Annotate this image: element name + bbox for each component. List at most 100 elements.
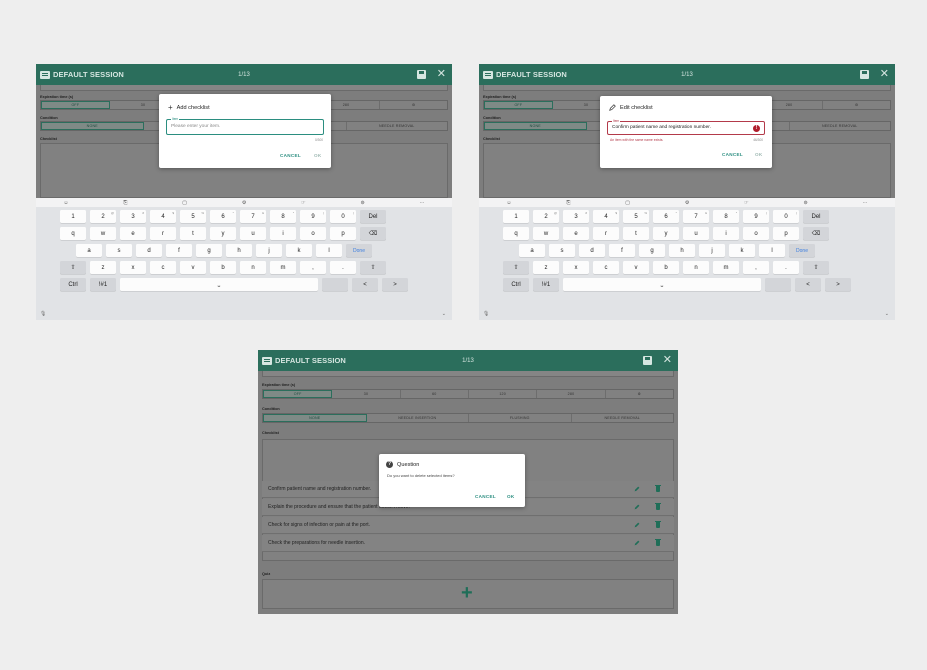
shift-key[interactable]: ⇧ bbox=[360, 261, 386, 274]
key[interactable]: 0) bbox=[330, 210, 356, 223]
item-input[interactable]: Item Please enter your item. bbox=[166, 117, 324, 135]
key[interactable]: k bbox=[286, 244, 312, 257]
settings-icon[interactable]: ⚙ bbox=[242, 200, 246, 206]
delete-icon[interactable] bbox=[655, 484, 661, 492]
chevron-down-icon[interactable]: ⌄ bbox=[885, 311, 889, 317]
key[interactable]: l bbox=[316, 244, 342, 257]
key[interactable]: x bbox=[563, 261, 589, 274]
save-icon[interactable] bbox=[860, 70, 869, 79]
key[interactable]: x bbox=[120, 261, 146, 274]
key[interactable]: i bbox=[713, 227, 739, 240]
ok-button[interactable]: OK bbox=[314, 153, 322, 158]
space-key[interactable]: ⎵ bbox=[120, 278, 318, 291]
key[interactable]: 5% bbox=[623, 210, 649, 223]
key[interactable]: 9( bbox=[300, 210, 326, 223]
key[interactable]: t bbox=[180, 227, 206, 240]
key[interactable]: w bbox=[533, 227, 559, 240]
key[interactable]: b bbox=[653, 261, 679, 274]
cancel-button[interactable]: CANCEL bbox=[722, 152, 743, 157]
edit-icon[interactable] bbox=[634, 522, 640, 528]
key[interactable]: i bbox=[270, 227, 296, 240]
save-icon[interactable] bbox=[643, 356, 652, 365]
key[interactable]: v bbox=[623, 261, 649, 274]
key[interactable]: h bbox=[226, 244, 252, 257]
exp-option[interactable]: 30 bbox=[332, 390, 401, 398]
mic-icon[interactable]: 🎙 bbox=[40, 311, 46, 317]
key[interactable]: e bbox=[563, 227, 589, 240]
settings-icon[interactable]: ⚙ bbox=[606, 390, 673, 398]
settings-icon[interactable]: ⚙ bbox=[380, 101, 447, 109]
cond-option[interactable]: FLUSHING bbox=[469, 414, 572, 422]
left-arrow-key[interactable]: < bbox=[795, 278, 821, 291]
lang-key[interactable] bbox=[322, 278, 348, 291]
key[interactable]: s bbox=[549, 244, 575, 257]
delete-icon[interactable] bbox=[655, 538, 661, 546]
resize-icon[interactable]: ▢ bbox=[182, 200, 187, 206]
done-key[interactable]: Done bbox=[346, 244, 372, 257]
save-icon[interactable] bbox=[417, 70, 426, 79]
symbols-key[interactable]: !#1 bbox=[533, 278, 559, 291]
close-icon[interactable]: ✕ bbox=[437, 67, 446, 80]
symbols-key[interactable]: !#1 bbox=[90, 278, 116, 291]
key[interactable]: r bbox=[150, 227, 176, 240]
key[interactable]: t bbox=[623, 227, 649, 240]
cond-option[interactable]: NEEDLE REMOVAL bbox=[790, 122, 891, 130]
close-icon[interactable]: ✕ bbox=[880, 67, 889, 80]
key[interactable]: c bbox=[593, 261, 619, 274]
key[interactable]: s bbox=[106, 244, 132, 257]
settings-icon[interactable]: ⚙ bbox=[823, 101, 890, 109]
cancel-button[interactable]: CANCEL bbox=[280, 153, 301, 158]
more-icon[interactable]: ··· bbox=[420, 200, 425, 206]
cond-option[interactable]: NEEDLE REMOVAL bbox=[572, 414, 674, 422]
delete-icon[interactable] bbox=[655, 502, 661, 510]
ctrl-key[interactable]: Ctrl bbox=[60, 278, 86, 291]
right-arrow-key[interactable]: > bbox=[382, 278, 408, 291]
key[interactable]: e bbox=[120, 227, 146, 240]
edit-icon[interactable] bbox=[634, 486, 640, 492]
key[interactable]: q bbox=[60, 227, 86, 240]
delete-key[interactable]: Del bbox=[803, 210, 829, 223]
key[interactable]: u bbox=[683, 227, 709, 240]
handwriting-icon[interactable]: ☞ bbox=[744, 200, 748, 206]
key[interactable]: v bbox=[180, 261, 206, 274]
exp-option[interactable]: 60 bbox=[401, 390, 469, 398]
key[interactable]: f bbox=[609, 244, 635, 257]
key[interactable]: 5% bbox=[180, 210, 206, 223]
key[interactable]: 1 bbox=[60, 210, 86, 223]
key[interactable]: o bbox=[300, 227, 326, 240]
key[interactable]: a bbox=[519, 244, 545, 257]
key[interactable]: j bbox=[699, 244, 725, 257]
emoji-icon[interactable]: ☺ bbox=[63, 200, 68, 206]
key[interactable]: 7 & bbox=[683, 210, 709, 223]
key[interactable]: 7 & bbox=[240, 210, 266, 223]
key[interactable]: , bbox=[300, 261, 326, 274]
shift-key[interactable]: ⇧ bbox=[803, 261, 829, 274]
list-item[interactable]: Check the preparations for needle insert… bbox=[262, 535, 674, 552]
key[interactable]: 8 * bbox=[270, 210, 296, 223]
exp-option[interactable]: 120 bbox=[469, 390, 538, 398]
key[interactable]: 8 * bbox=[713, 210, 739, 223]
exp-option[interactable]: OFF bbox=[263, 390, 333, 398]
key[interactable]: p bbox=[330, 227, 356, 240]
key[interactable]: . bbox=[773, 261, 799, 274]
key[interactable]: 6 ^ bbox=[210, 210, 236, 223]
mic-icon[interactable]: 🎙 bbox=[483, 311, 489, 317]
key[interactable]: n bbox=[240, 261, 266, 274]
key[interactable]: , bbox=[743, 261, 769, 274]
cond-option[interactable]: NONE bbox=[263, 414, 367, 422]
key[interactable]: u bbox=[240, 227, 266, 240]
clipboard-icon[interactable]: ⎘ bbox=[123, 200, 127, 206]
key[interactable]: a bbox=[76, 244, 102, 257]
item-input[interactable]: Item Confirm patient name and registrati… bbox=[607, 119, 765, 135]
backspace-key[interactable]: ⌫ bbox=[360, 227, 386, 240]
right-arrow-key[interactable]: > bbox=[825, 278, 851, 291]
key[interactable]: r bbox=[593, 227, 619, 240]
key[interactable]: 3 # bbox=[120, 210, 146, 223]
emoji-icon[interactable]: ☺ bbox=[506, 200, 511, 206]
settings-icon[interactable]: ⚙ bbox=[685, 200, 689, 206]
more-icon[interactable]: ··· bbox=[863, 200, 868, 206]
key[interactable]: w bbox=[90, 227, 116, 240]
translate-icon[interactable]: ⊚ bbox=[803, 200, 807, 206]
key[interactable]: z bbox=[90, 261, 116, 274]
key[interactable]: 4 $ bbox=[593, 210, 619, 223]
